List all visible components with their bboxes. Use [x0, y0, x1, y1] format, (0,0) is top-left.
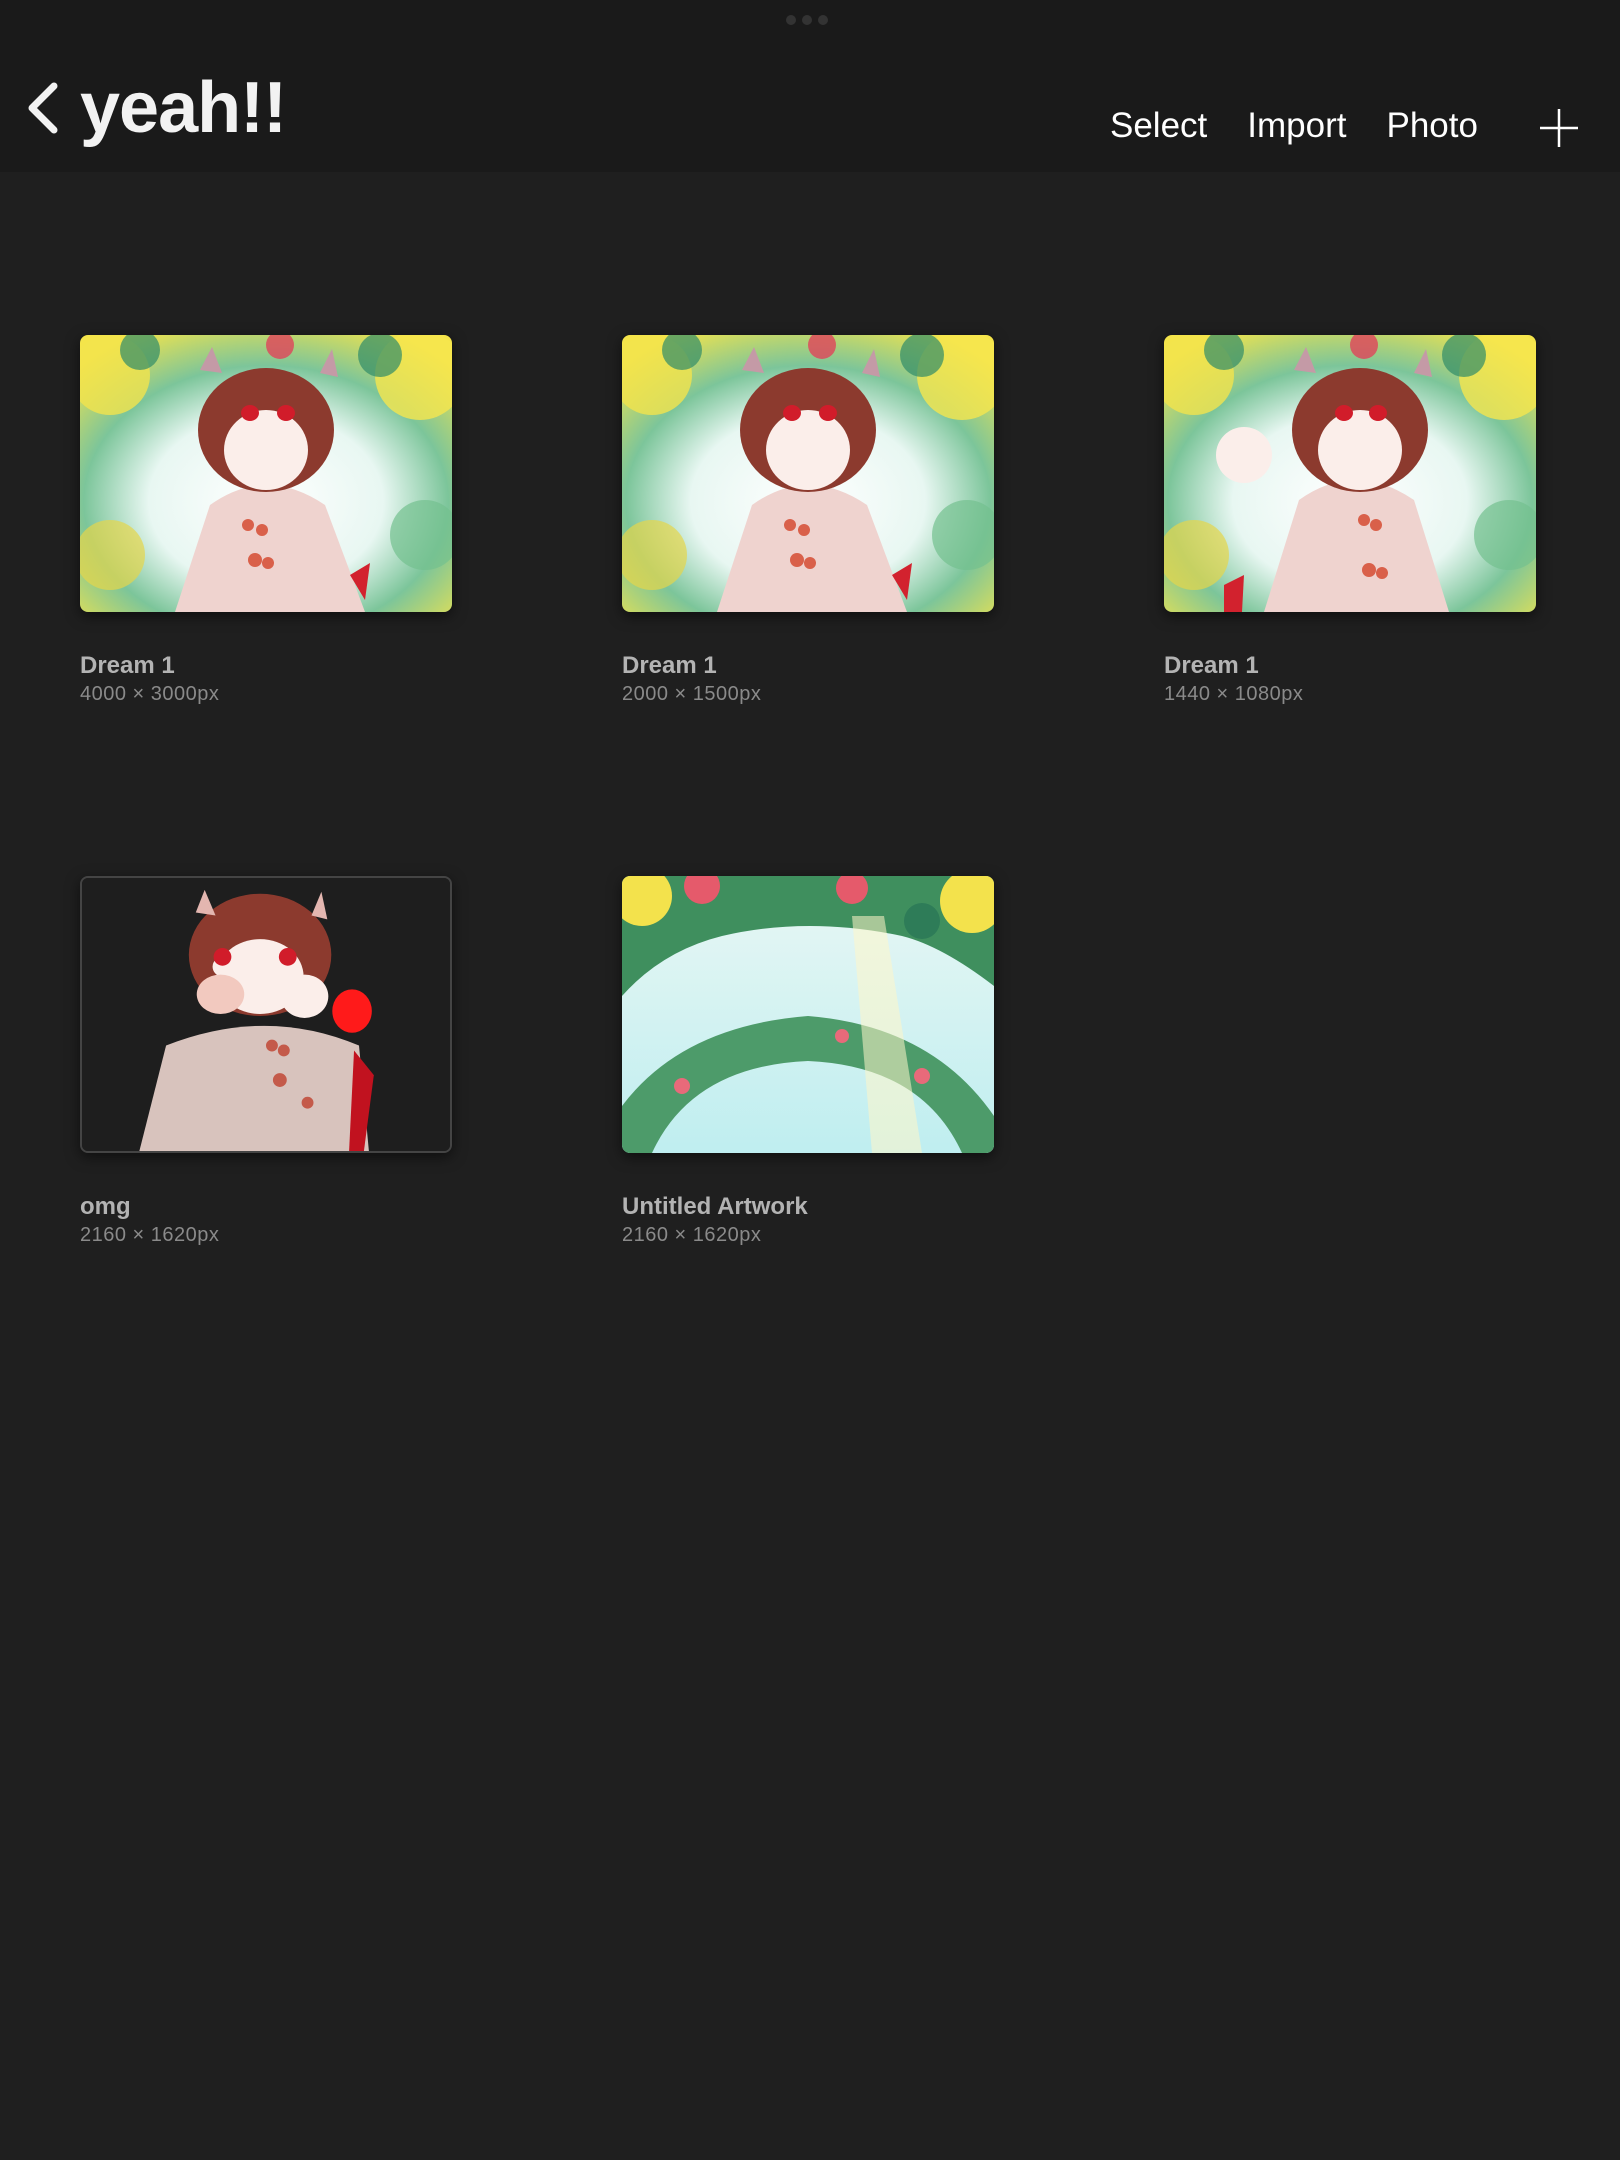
artwork-name: omg [80, 1193, 131, 1220]
artwork-thumbnail[interactable] [1164, 335, 1536, 612]
artwork-name: Dream 1 [622, 652, 717, 679]
artwork-item[interactable]: Untitled Artwork 2160 × 1620px [622, 876, 994, 1245]
artwork-size: 4000 × 3000px [80, 683, 220, 705]
artwork-size: 2160 × 1620px [80, 1224, 220, 1246]
chevron-left-icon [26, 82, 60, 134]
photo-button[interactable]: Photo [1386, 108, 1477, 143]
page-title: yeah!! [80, 68, 287, 148]
artwork-thumbnail[interactable] [622, 876, 994, 1153]
artwork-size: 1440 × 1080px [1164, 683, 1304, 705]
top-bar: yeah!! Select Import Photo [0, 0, 1620, 172]
artwork-name: Untitled Artwork [622, 1193, 808, 1220]
artwork-item[interactable]: omg 2160 × 1620px [80, 876, 452, 1245]
artwork-size: 2000 × 1500px [622, 683, 762, 705]
artwork-name: Dream 1 [1164, 652, 1259, 679]
artwork-thumbnail[interactable] [622, 335, 994, 612]
multitask-grabber[interactable] [786, 15, 828, 25]
artwork-item[interactable]: Dream 1 1440 × 1080px [1164, 335, 1536, 704]
import-button[interactable]: Import [1247, 108, 1346, 143]
artwork-thumbnail[interactable] [80, 335, 452, 612]
artwork-size: 2160 × 1620px [622, 1224, 762, 1246]
artwork-item[interactable]: Dream 1 4000 × 3000px [80, 335, 452, 704]
back-button[interactable]: yeah!! [26, 68, 287, 148]
plus-icon [1539, 109, 1579, 152]
artwork-item[interactable]: Dream 1 2000 × 1500px [622, 335, 994, 704]
artwork-thumbnail[interactable] [80, 876, 452, 1153]
header-actions: Select Import Photo [1110, 108, 1518, 143]
select-button[interactable]: Select [1110, 108, 1207, 143]
new-canvas-button[interactable] [1539, 108, 1579, 148]
artwork-name: Dream 1 [80, 652, 175, 679]
